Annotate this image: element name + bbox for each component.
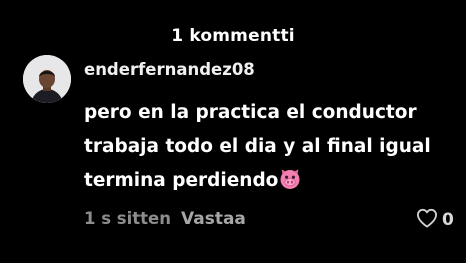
like-count: 0 bbox=[442, 210, 454, 230]
heart-outline-icon bbox=[416, 208, 438, 232]
comment-timestamp: 1 s sitten bbox=[84, 209, 171, 228]
comment-text-line-1: pero en la practica el conductor bbox=[84, 102, 417, 123]
avatar-image bbox=[23, 55, 71, 103]
comment-text-line-3-text: termina perdiendo bbox=[84, 170, 279, 191]
comments-header-title: 1 kommentti bbox=[171, 26, 295, 46]
like-button[interactable]: 0 bbox=[416, 208, 454, 232]
comment-username[interactable]: enderfernandez08 bbox=[84, 60, 255, 79]
comment-text-line-3: termina perdiendo bbox=[84, 164, 444, 202]
pig-face-emoji-icon bbox=[279, 168, 301, 202]
reply-button[interactable]: Vastaa bbox=[181, 209, 246, 229]
comment-text-line-2: trabaja todo el dia y al final igual bbox=[84, 136, 431, 157]
comment-text: pero en la practica el conductor trabaja… bbox=[84, 96, 444, 202]
avatar[interactable] bbox=[23, 55, 71, 103]
